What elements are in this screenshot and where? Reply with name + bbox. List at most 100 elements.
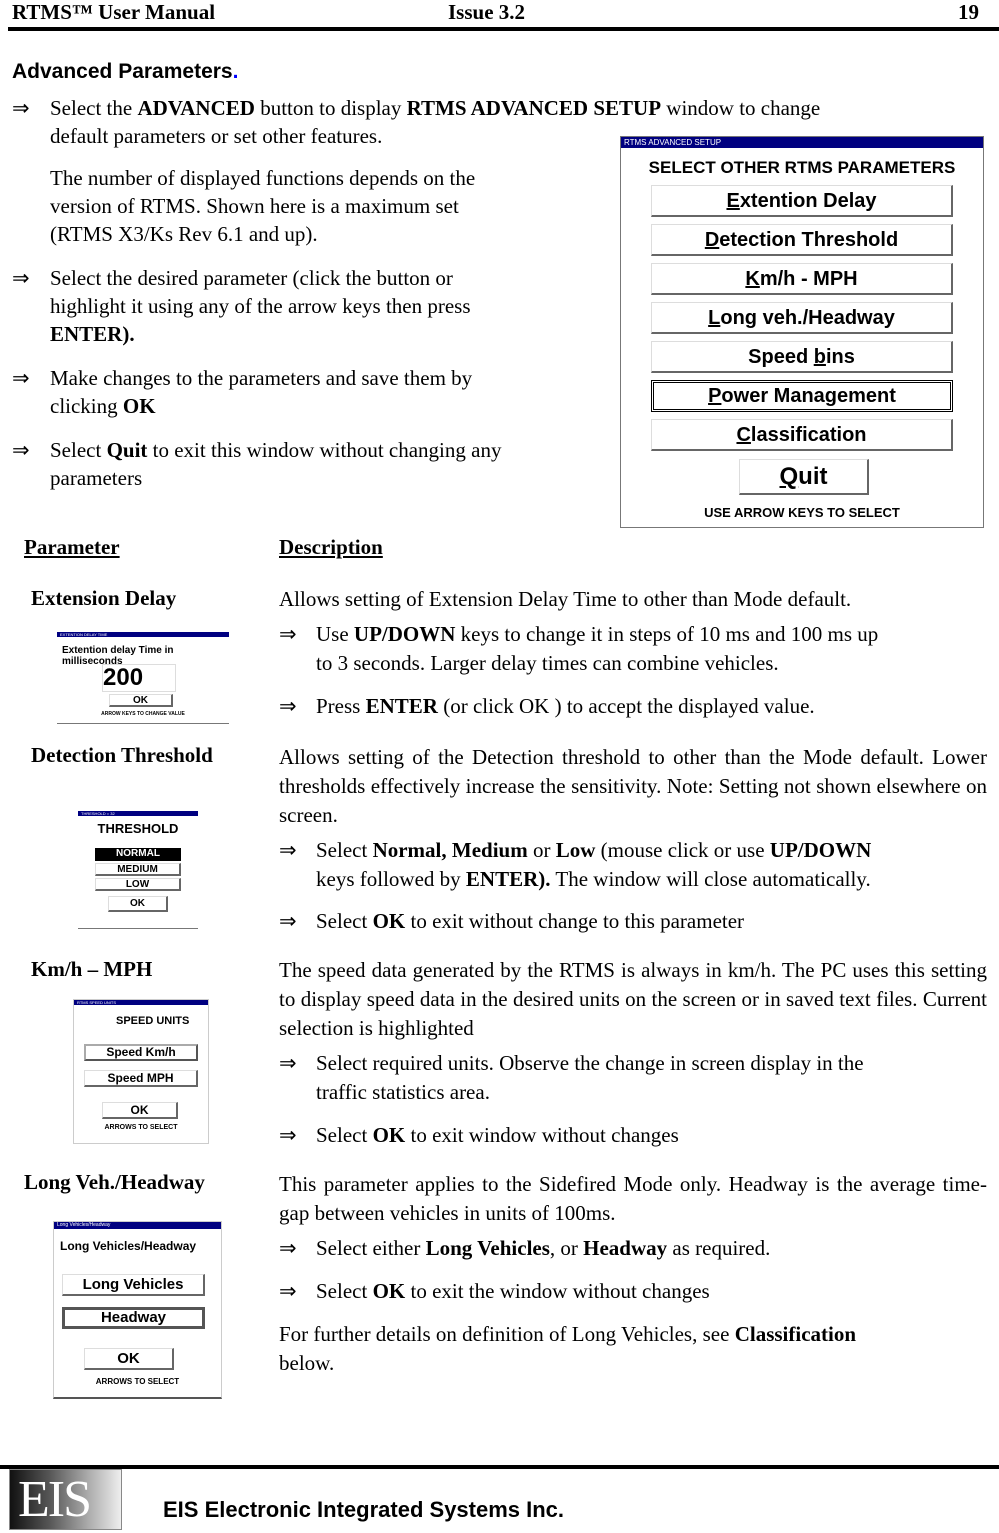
threshold-window: THRESHOLD = 32 THRESHOLD NORMAL MEDIUM L… [78,811,198,929]
manual-title: RTMS™ User Manual [12,0,216,24]
param-name-kmh-mph: Km/h – MPH [31,957,153,981]
note: For further details on definition of Lon… [279,1320,987,1378]
long-vehicles-option[interactable]: Long Vehicles [62,1274,205,1296]
threshold-option-normal[interactable]: NORMAL [95,848,181,861]
label: uit [798,463,828,490]
text: Select [316,838,373,862]
window-heading: Long Vehicles/Headway [60,1239,197,1253]
arrow-icon: ⇒ [279,1279,297,1303]
hotkey: L [708,307,721,329]
power-management-button[interactable]: Power Management [651,380,953,412]
window-footer: ARROW KEYS TO CHANGE VALUE [101,711,185,717]
description-text: The speed data generated by the RTMS is … [279,958,987,1040]
arrow-icon: ⇒ [279,909,297,933]
extention-delay-button[interactable]: Extention Delay [651,185,953,217]
text-bold: OK [122,394,156,418]
ok-button[interactable]: OK [109,694,173,707]
text: keys to change it in steps of 10 ms and … [455,622,879,646]
eis-logo: EIS [9,1469,122,1530]
ok-button[interactable]: OK [102,1102,178,1119]
text: parameters [50,466,143,490]
desc-extension-delay: Allows setting of Extension Delay Time t… [279,585,987,721]
bullet: ⇒ Select OK to exit without change to thi… [279,907,987,936]
text: highlight it using any of the arrow keys… [50,294,471,318]
bullet: ⇒ Press ENTER (or click OK ) to accept th… [279,692,987,721]
window-heading: SELECT OTHER RTMS PARAMETERS [648,158,956,177]
bullet: ⇒ Select Normal, Medium or Low (mouse cli… [279,836,987,894]
classification-button[interactable]: Classification [651,419,953,451]
label: etection Threshold [719,229,899,251]
column-header-parameter: Parameter [24,535,120,559]
note-line: version of RTMS. Shown here is a maximum… [50,194,459,218]
window-titlebar: EXTENTION DELAY TIME [57,632,229,637]
arrow-icon: ⇒ [12,266,30,290]
text: below. [279,1351,335,1375]
speed-bins-button[interactable]: Speed bins [651,341,953,373]
label: ong veh./Headway [720,307,895,329]
text-bold: Headway [583,1236,668,1260]
bullet: ⇒ Use UP/DOWN keys to change it in steps … [279,620,987,678]
bullet: ⇒ Select required units. Observe the chan… [279,1049,987,1107]
text: traffic statistics area. [316,1080,490,1104]
threshold-option-low[interactable]: LOW [95,878,181,891]
text: For further details on definition of Lon… [279,1322,735,1346]
text: Select required units. Observe the chang… [316,1051,864,1075]
long-veh-headway-button[interactable]: Long veh./Headway [651,302,953,334]
text: window to change [661,96,821,120]
hotkey: Q [779,463,799,490]
text-bold: Low [555,838,596,862]
ok-button[interactable]: OK [84,1348,174,1370]
speed-kmh-option[interactable]: Speed Km/h [84,1044,198,1061]
speed-units-window: RTMS SPEED UNITS SPEED UNITS Speed Km/h … [73,999,209,1144]
hotkey: P [708,385,722,407]
arrow-icon: ⇒ [279,694,297,718]
quit-button[interactable]: Quit [739,459,869,495]
arrow-icon: ⇒ [12,366,30,390]
hotkey: K [745,268,760,290]
text: to 3 seconds. Larger delay times can com… [316,651,779,675]
bullet: ⇒ Select either Long Vehicles, or Headway… [279,1234,987,1263]
text-bold: ENTER). [465,867,551,891]
hotkey: E [726,190,740,212]
arrow-icon: ⇒ [12,96,30,120]
window-footer: ARROWS TO SELECT [104,1124,178,1131]
text: to exit the window without changes [405,1279,710,1303]
intro-note: The number of displayed functions depend… [50,164,475,248]
window-titlebar: RTMS ADVANCED SETUP [621,137,983,148]
page-header: RTMS™ User Manual Issue 3.2 19 [8,0,999,26]
note-line: The number of displayed functions depend… [50,166,476,190]
text: Press [316,694,366,718]
label: ower Management [721,385,896,407]
speed-mph-option[interactable]: Speed MPH [84,1070,198,1087]
ok-button[interactable]: OK [108,896,168,912]
kmh-mph-button[interactable]: Km/h - MPH [651,263,953,295]
text: or [527,838,556,862]
text: Select [50,438,107,462]
description-text: Allows setting of the Detection threshol… [279,745,987,827]
section-title-dot: . [232,60,239,83]
hotkey: D [704,229,720,251]
text-bold: UP/DOWN [769,838,872,862]
text-bold: Normal, Medium [372,838,528,862]
delay-value-field[interactable]: 200 [102,664,176,692]
section-title: Advanced Parameters. [12,60,238,84]
header-rule [8,27,999,31]
text-bold: OK [372,909,406,933]
window-footer: ARROWS TO SELECT [95,1377,180,1386]
text: clicking [50,394,123,418]
label: m/h - MPH [759,268,858,290]
text-bold: OK [372,1279,406,1303]
logo-text: EIS [18,1471,92,1528]
hotkey: C [736,424,751,446]
text-bold: ENTER). [50,322,135,346]
text: to exit without change to this parameter [405,909,745,933]
threshold-option-medium[interactable]: MEDIUM [95,863,181,876]
window-titlebar: Long Vehicles/Headway [54,1222,221,1229]
text: (mouse click or use [595,838,770,862]
page-number: 19 [958,0,979,24]
text: to exit window without changes [405,1123,679,1147]
headway-option[interactable]: Headway [62,1307,205,1329]
desc-kmh-mph: The speed data generated by the RTMS is … [279,956,987,1150]
detection-threshold-button[interactable]: Detection Threshold [651,224,953,256]
company-name: EIS Electronic Integrated Systems Inc. [163,1497,565,1522]
